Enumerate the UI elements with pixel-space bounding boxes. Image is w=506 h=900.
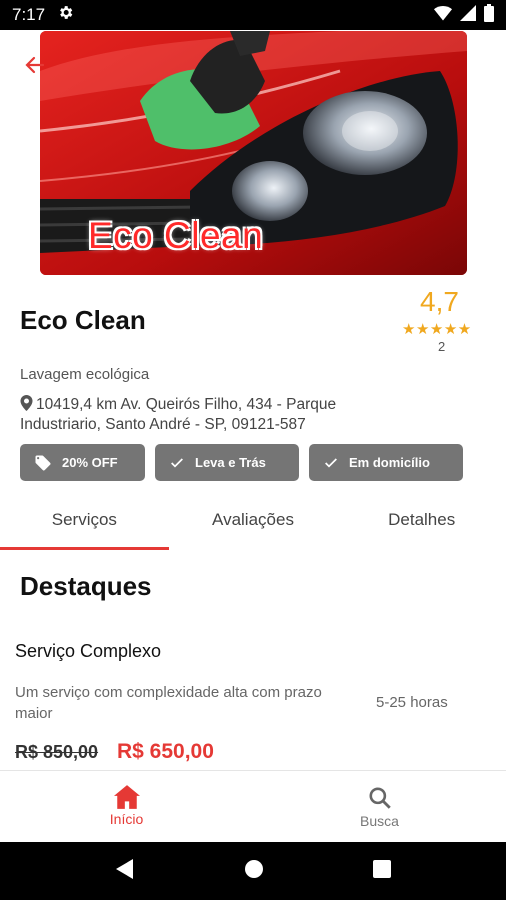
nav-search[interactable]: Busca xyxy=(253,771,506,842)
home-icon xyxy=(113,785,140,809)
badge-pickup: Leva e Trás xyxy=(155,444,299,481)
store-category: Lavagem ecológica xyxy=(20,366,150,383)
store-cover-image: Eco Clean xyxy=(40,31,467,275)
check-icon xyxy=(325,457,337,468)
store-tabs: Serviços Avaliações Detalhes xyxy=(0,498,506,550)
tag-icon xyxy=(35,455,51,470)
nav-search-label: Busca xyxy=(360,813,399,829)
recents-square-icon[interactable] xyxy=(373,859,392,883)
store-name: Eco Clean xyxy=(20,305,146,335)
back-triangle-icon[interactable] xyxy=(115,858,135,885)
badge-home-service: Em domicílio xyxy=(309,444,463,481)
store-address: 10419,4 km Av. Queirós Filho, 434 - Parq… xyxy=(20,395,400,435)
rating-count: 2 xyxy=(438,339,446,354)
cover-overlay-title: Eco Clean xyxy=(88,215,264,256)
status-time: 7:17 xyxy=(12,5,46,24)
service-new-price: R$ 650,00 xyxy=(117,740,214,763)
nav-home[interactable]: Início xyxy=(0,771,253,842)
search-icon xyxy=(368,787,391,809)
badge-label: 20% OFF xyxy=(62,455,118,470)
service-duration: 5-25 horas xyxy=(376,694,448,711)
signal-icon xyxy=(460,4,476,26)
arrow-back-icon xyxy=(25,56,45,74)
badge-label: Em domicílio xyxy=(349,455,430,470)
back-button[interactable] xyxy=(18,48,52,82)
rating-stars: ★★★★★ xyxy=(402,321,472,338)
service-name[interactable]: Serviço Complexo xyxy=(15,641,161,662)
service-old-price: R$ 850,00 xyxy=(15,742,99,762)
tab-details[interactable]: Detalhes xyxy=(337,498,506,550)
tab-services[interactable]: Serviços xyxy=(0,498,169,550)
bottom-navigation: Início Busca xyxy=(0,770,506,842)
badge-label: Leva e Trás xyxy=(195,455,266,470)
tab-reviews[interactable]: Avaliações xyxy=(169,498,338,550)
battery-icon xyxy=(484,3,494,27)
feature-badges: 20% OFF Leva e Trás Em domicílio xyxy=(20,444,463,481)
section-title: Destaques xyxy=(20,571,152,601)
badge-discount: 20% OFF xyxy=(20,444,145,481)
status-icons xyxy=(434,3,494,27)
home-circle-icon[interactable] xyxy=(244,859,264,884)
service-description: Um serviço com complexidade alta com pra… xyxy=(15,684,322,722)
settings-icon xyxy=(57,4,74,26)
check-icon xyxy=(171,457,183,468)
system-navigation-bar xyxy=(0,842,506,900)
nav-home-label: Início xyxy=(109,811,144,827)
rating-value: 4,7 xyxy=(420,286,459,317)
status-bar: 7:17 xyxy=(0,0,506,30)
wifi-icon xyxy=(434,5,452,26)
location-pin-icon xyxy=(20,395,33,411)
store-address-text: 10419,4 km Av. Queirós Filho, 434 - Parq… xyxy=(20,396,337,433)
